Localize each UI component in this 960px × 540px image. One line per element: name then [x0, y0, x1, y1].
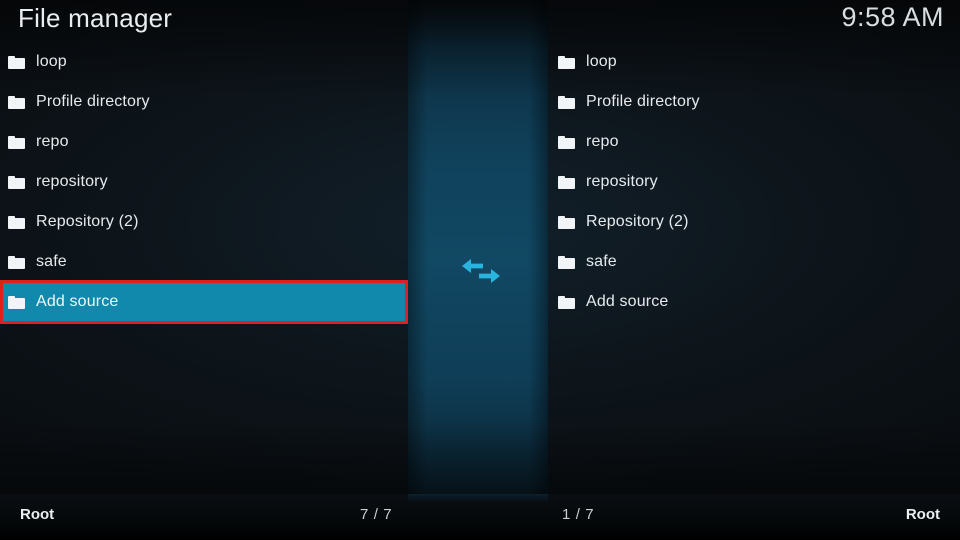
- folder-icon: [8, 295, 25, 309]
- left-pane-count: 7 / 7: [360, 506, 393, 523]
- status-bar: Root 7 / 7 1 / 7 Root: [0, 494, 960, 540]
- clock: 9:58 AM: [841, 2, 944, 32]
- list-item-label: loop: [586, 53, 617, 70]
- list-item-label: safe: [586, 253, 617, 270]
- list-item-add-source[interactable]: Add source: [548, 282, 960, 322]
- right-file-pane[interactable]: loop Profile directory repo repository R…: [548, 42, 960, 494]
- list-item[interactable]: repo: [0, 122, 408, 162]
- folder-icon: [558, 55, 575, 69]
- folder-icon: [8, 95, 25, 109]
- folder-icon: [558, 215, 575, 229]
- list-item-label: repository: [586, 173, 658, 190]
- list-item-label: Repository (2): [36, 213, 139, 230]
- list-item[interactable]: loop: [548, 42, 960, 82]
- right-pane-path: Root: [905, 506, 940, 523]
- list-item[interactable]: Repository (2): [548, 202, 960, 242]
- list-item[interactable]: Profile directory: [548, 82, 960, 122]
- folder-icon: [8, 255, 25, 269]
- left-file-pane[interactable]: loop Profile directory repo repository R…: [0, 42, 408, 494]
- list-item-label: repository: [36, 173, 108, 190]
- list-item-label: Profile directory: [36, 93, 150, 110]
- folder-icon: [558, 255, 575, 269]
- list-item-add-source[interactable]: Add source: [0, 282, 408, 322]
- list-item[interactable]: repository: [548, 162, 960, 202]
- folder-icon: [8, 135, 25, 149]
- header-bar: File manager 9:58 AM: [0, 0, 960, 42]
- folder-icon: [558, 95, 575, 109]
- list-item[interactable]: loop: [0, 42, 408, 82]
- list-item-label: Add source: [36, 293, 119, 310]
- folder-icon: [558, 175, 575, 189]
- list-item[interactable]: repository: [0, 162, 408, 202]
- folder-icon: [558, 135, 575, 149]
- list-item-label: Profile directory: [586, 93, 700, 110]
- folder-icon: [8, 55, 25, 69]
- file-manager-screen: File manager 9:58 AM loop Profile direct…: [0, 0, 960, 540]
- list-item-label: loop: [36, 53, 67, 70]
- list-item-label: repo: [586, 133, 619, 150]
- list-item[interactable]: repo: [548, 122, 960, 162]
- swap-horizontal-arrows-icon[interactable]: [462, 256, 500, 286]
- list-item-label: Repository (2): [586, 213, 689, 230]
- folder-icon: [8, 175, 25, 189]
- left-pane-path: Root: [20, 506, 55, 523]
- folder-icon: [8, 215, 25, 229]
- list-item[interactable]: Repository (2): [0, 202, 408, 242]
- list-item[interactable]: safe: [548, 242, 960, 282]
- list-item-label: Add source: [586, 293, 669, 310]
- list-item[interactable]: safe: [0, 242, 408, 282]
- right-pane-count: 1 / 7: [562, 506, 595, 523]
- folder-icon: [558, 295, 575, 309]
- page-title: File manager: [18, 3, 173, 33]
- list-item-label: safe: [36, 253, 67, 270]
- list-item-label: repo: [36, 133, 69, 150]
- list-item[interactable]: Profile directory: [0, 82, 408, 122]
